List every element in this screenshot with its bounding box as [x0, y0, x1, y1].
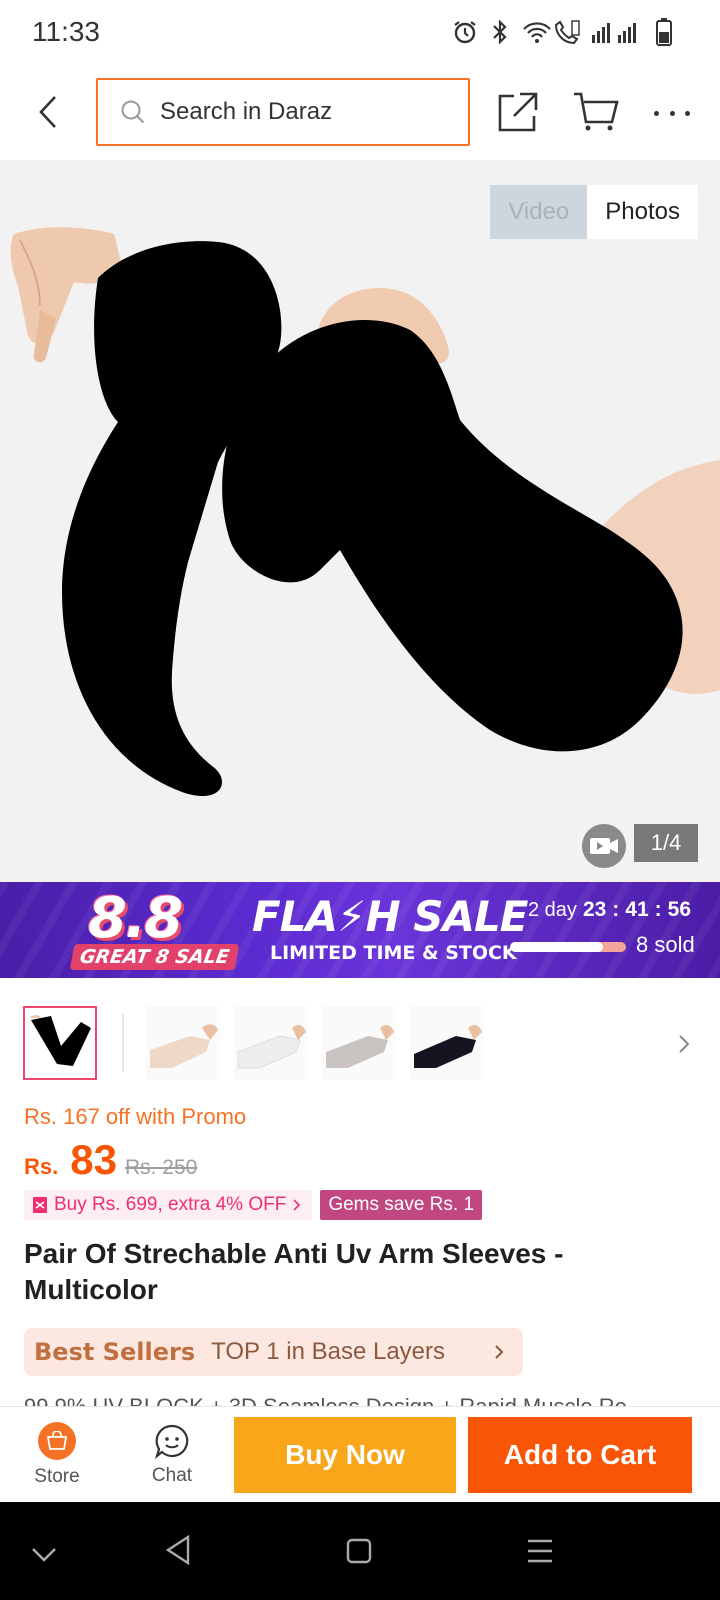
- campaign-logo: 8.8 GREAT 8 SALE: [69, 886, 262, 978]
- image-counter: 1/4: [634, 824, 698, 862]
- thumbnail-image: [414, 1025, 482, 1068]
- chevron-left-icon: [39, 96, 56, 128]
- video-camera-icon: [590, 838, 618, 854]
- price-currency: Rs.: [24, 1154, 59, 1179]
- search-input[interactable]: Search in Daraz: [96, 78, 470, 146]
- thumbnail-image: [326, 1025, 394, 1068]
- store-icon: [38, 1422, 76, 1460]
- status-time: 11:33: [32, 16, 100, 47]
- promo-discount-text: Rs. 167 off with Promo: [24, 1104, 247, 1129]
- price-amount: 83: [70, 1136, 117, 1183]
- campaign-logo-number: 8.8: [88, 886, 183, 951]
- nav-recents-icon[interactable]: [526, 1538, 554, 1564]
- product-image-gallery[interactable]: Video Photos 1/4: [0, 160, 720, 882]
- cart-icon: [574, 92, 619, 131]
- chat-label: Chat: [151, 1465, 193, 1486]
- buy-now-button[interactable]: Buy Now: [234, 1417, 456, 1493]
- best-sellers-label: Best Sellers: [34, 1338, 196, 1366]
- battery-icon: [656, 18, 672, 46]
- flash-sale-banner[interactable]: 8.8 GREAT 8 SALE FLA⚡H SALE LIMITED TIME…: [0, 882, 720, 978]
- voucher-row: Buy Rs. 699, extra 4% OFF Gems save Rs. …: [24, 1190, 483, 1220]
- best-sellers-banner[interactable]: Best Sellers TOP 1 in Base Layers: [24, 1328, 523, 1376]
- dot-icon: [669, 110, 675, 116]
- thumbnail-divider: [122, 1014, 124, 1072]
- countdown-hours: 23: [582, 898, 607, 921]
- thumbnail-image: [150, 1024, 218, 1068]
- campaign-logo-subtitle: GREAT 8 SALE: [69, 944, 240, 970]
- countdown-seconds: 56: [667, 898, 692, 921]
- countdown-separator: :: [654, 898, 662, 921]
- sold-progress-bar: [510, 942, 626, 952]
- countdown-separator: :: [612, 898, 620, 921]
- flash-sale-subtitle: LIMITED TIME & STOCK: [270, 942, 517, 964]
- chevron-right-icon: [495, 1345, 504, 1359]
- countdown-days: 2 day: [528, 899, 577, 921]
- thumbnail-4[interactable]: [322, 1006, 396, 1080]
- bluetooth-icon: [493, 19, 507, 45]
- thumbnail-image: [29, 1015, 91, 1066]
- sold-count: 8 sold: [636, 932, 695, 957]
- thumbnail-image: [237, 1025, 306, 1069]
- system-navigation-bar: [0, 1502, 720, 1600]
- share-icon: [498, 92, 538, 132]
- countdown-minutes: 41: [625, 898, 649, 921]
- more-options-button[interactable]: [654, 108, 690, 118]
- bottom-action-bar: Store Chat Buy Now Add to Cart: [0, 1406, 720, 1502]
- best-sellers-rank: TOP 1 in Base Layers: [211, 1338, 446, 1365]
- top-bar: Search in Daraz: [0, 64, 720, 160]
- media-toggle: Video Photos: [490, 185, 698, 239]
- chat-button[interactable]: Chat: [122, 1407, 222, 1503]
- video-tab[interactable]: Video: [490, 185, 588, 239]
- dot-icon: [685, 110, 690, 116]
- original-price: Rs. 250: [124, 1156, 198, 1179]
- signal-icon: [592, 23, 636, 43]
- cart-button[interactable]: [572, 90, 620, 134]
- voucher-text: Buy Rs. 699, extra 4% OFF: [54, 1194, 287, 1215]
- voucher-badge[interactable]: Buy Rs. 699, extra 4% OFF: [24, 1190, 313, 1220]
- search-placeholder: Search in Daraz: [160, 98, 333, 125]
- gems-badge[interactable]: Gems save Rs. 1: [320, 1190, 483, 1220]
- dot-icon: [654, 110, 659, 116]
- flash-sale-title: FLA⚡H SALE: [252, 892, 528, 941]
- thumbnail-strip: [0, 1006, 720, 1082]
- photos-tab[interactable]: Photos: [587, 185, 698, 239]
- product-title: Pair Of Strechable Anti Uv Arm Sleeves -…: [24, 1238, 564, 1305]
- add-to-cart-button[interactable]: Add to Cart: [468, 1417, 692, 1493]
- back-button[interactable]: [28, 88, 68, 136]
- search-icon: [121, 100, 145, 124]
- thumbnail-5[interactable]: [410, 1006, 484, 1080]
- nav-back-icon[interactable]: [164, 1534, 192, 1566]
- store-button[interactable]: Store: [7, 1407, 107, 1503]
- product-image: [10, 227, 720, 797]
- thumbnail-1[interactable]: [23, 1006, 97, 1080]
- wifi-call-icon: [523, 20, 580, 45]
- thumbnail-3[interactable]: [234, 1006, 308, 1080]
- video-play-button[interactable]: [582, 824, 626, 868]
- voucher-icon: [33, 1197, 47, 1213]
- chevron-right-icon: [293, 1199, 301, 1211]
- price-row: Rs. 83 Rs. 250: [24, 1136, 197, 1184]
- status-bar: 11:33: [0, 0, 720, 64]
- sold-progress-fill: [510, 942, 603, 952]
- nav-home-icon[interactable]: [346, 1538, 372, 1564]
- chevron-down-icon[interactable]: [30, 1546, 58, 1564]
- status-icons: [452, 16, 672, 48]
- chat-icon: [154, 1424, 189, 1459]
- countdown-timer: 2 day 23 : 41 : 56: [528, 898, 691, 922]
- thumbnail-next-button[interactable]: [676, 1030, 694, 1058]
- share-button[interactable]: [496, 90, 540, 134]
- chevron-right-icon: [679, 1035, 690, 1053]
- thumbnail-2[interactable]: [146, 1006, 220, 1080]
- store-label: Store: [34, 1466, 80, 1487]
- alarm-icon: [454, 21, 476, 44]
